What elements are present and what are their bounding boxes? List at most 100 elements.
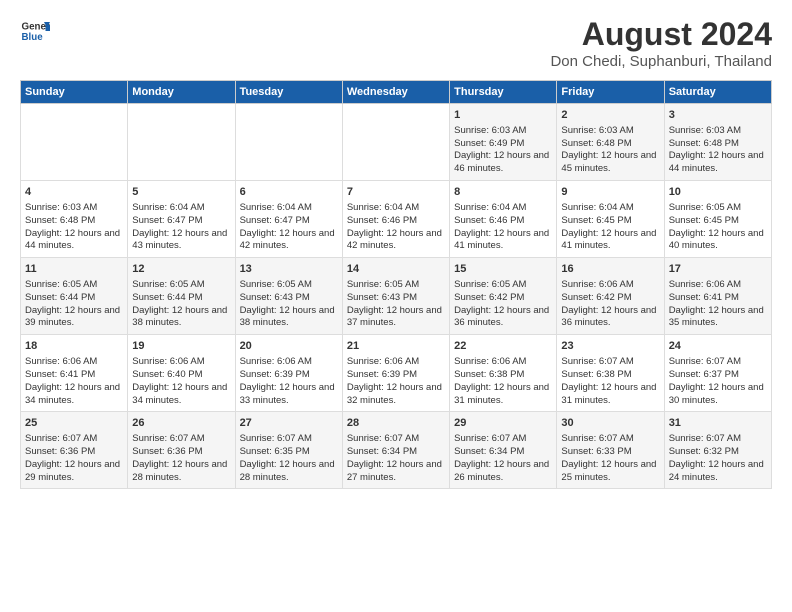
day-number: 21 (347, 339, 445, 354)
day-info: Sunset: 6:41 PM (669, 292, 767, 305)
day-number: 24 (669, 339, 767, 354)
day-info: Sunset: 6:44 PM (132, 292, 230, 305)
calendar-cell: 17 Sunrise: 6:06 AMSunset: 6:41 PMDayligh… (664, 258, 771, 335)
day-info: Sunrise: 6:07 AM (669, 356, 767, 369)
day-info: Daylight: 12 hours and 28 minutes. (240, 459, 338, 485)
day-info: Sunset: 6:48 PM (669, 138, 767, 151)
day-info: Daylight: 12 hours and 44 minutes. (669, 150, 767, 176)
day-info: Daylight: 12 hours and 29 minutes. (25, 459, 123, 485)
day-number: 29 (454, 416, 552, 431)
day-info: Daylight: 12 hours and 39 minutes. (25, 305, 123, 331)
day-info: Sunset: 6:38 PM (561, 369, 659, 382)
day-info: Sunrise: 6:05 AM (132, 279, 230, 292)
day-number: 25 (25, 416, 123, 431)
day-info: Sunrise: 6:03 AM (25, 202, 123, 215)
calendar-cell: 25Sunrise: 6:07 AMSunset: 6:36 PMDayligh… (21, 412, 128, 489)
logo: General Blue (20, 16, 50, 46)
day-info: Sunrise: 6:06 AM (669, 279, 767, 292)
day-number: 1 (454, 108, 552, 123)
calendar-cell (235, 104, 342, 181)
day-info: Sunrise: 6:04 AM (240, 202, 338, 215)
day-info: Sunset: 6:36 PM (25, 446, 123, 459)
calendar-cell: 15Sunrise: 6:05 AMSunset: 6:42 PMDayligh… (450, 258, 557, 335)
day-info: Sunrise: 6:06 AM (347, 356, 445, 369)
day-info: Sunrise: 6:03 AM (454, 125, 552, 138)
svg-text:Blue: Blue (22, 32, 44, 43)
day-info: Sunrise: 6:07 AM (132, 433, 230, 446)
day-info: Daylight: 12 hours and 41 minutes. (454, 228, 552, 254)
calendar-week-2: 4Sunrise: 6:03 AMSunset: 6:48 PMDaylight… (21, 181, 772, 258)
day-info: Daylight: 12 hours and 28 minutes. (132, 459, 230, 485)
day-number: 2 (561, 108, 659, 123)
day-number: 18 (25, 339, 123, 354)
calendar-cell: 4Sunrise: 6:03 AMSunset: 6:48 PMDaylight… (21, 181, 128, 258)
day-info: Sunset: 6:33 PM (561, 446, 659, 459)
day-number: 17 (669, 262, 767, 277)
calendar-cell: 28Sunrise: 6:07 AMSunset: 6:34 PMDayligh… (342, 412, 449, 489)
day-info: Daylight: 12 hours and 26 minutes. (454, 459, 552, 485)
day-number: 15 (454, 262, 552, 277)
day-info: Sunset: 6:39 PM (240, 369, 338, 382)
calendar-cell: 14Sunrise: 6:05 AMSunset: 6:43 PMDayligh… (342, 258, 449, 335)
day-info: Sunset: 6:35 PM (240, 446, 338, 459)
calendar-cell: 11Sunrise: 6:05 AMSunset: 6:44 PMDayligh… (21, 258, 128, 335)
day-info: Sunrise: 6:05 AM (240, 279, 338, 292)
day-number: 4 (25, 185, 123, 200)
day-info: Sunset: 6:42 PM (561, 292, 659, 305)
calendar-cell: 6Sunrise: 6:04 AMSunset: 6:47 PMDaylight… (235, 181, 342, 258)
calendar-cell: 13Sunrise: 6:05 AMSunset: 6:43 PMDayligh… (235, 258, 342, 335)
calendar-week-5: 25Sunrise: 6:07 AMSunset: 6:36 PMDayligh… (21, 412, 772, 489)
day-info: Sunrise: 6:04 AM (454, 202, 552, 215)
col-tuesday: Tuesday (235, 81, 342, 104)
day-info: Sunset: 6:38 PM (454, 369, 552, 382)
calendar-cell: 30Sunrise: 6:07 AMSunset: 6:33 PMDayligh… (557, 412, 664, 489)
day-info: Daylight: 12 hours and 31 minutes. (454, 382, 552, 408)
day-info: Sunrise: 6:07 AM (347, 433, 445, 446)
day-info: Sunset: 6:48 PM (561, 138, 659, 151)
calendar-cell: 12Sunrise: 6:05 AMSunset: 6:44 PMDayligh… (128, 258, 235, 335)
day-info: Daylight: 12 hours and 31 minutes. (561, 382, 659, 408)
calendar-cell: 8Sunrise: 6:04 AMSunset: 6:46 PMDaylight… (450, 181, 557, 258)
col-thursday: Thursday (450, 81, 557, 104)
day-info: Sunrise: 6:05 AM (25, 279, 123, 292)
calendar-cell: 24 Sunrise: 6:07 AMSunset: 6:37 PMDayligh… (664, 335, 771, 412)
calendar-cell: 20Sunrise: 6:06 AMSunset: 6:39 PMDayligh… (235, 335, 342, 412)
day-info: Sunrise: 6:04 AM (347, 202, 445, 215)
calendar-week-1: 1Sunrise: 6:03 AMSunset: 6:49 PMDaylight… (21, 104, 772, 181)
logo-icon: General Blue (20, 16, 50, 46)
calendar-cell (21, 104, 128, 181)
day-info: Daylight: 12 hours and 42 minutes. (347, 228, 445, 254)
calendar-cell: 18Sunrise: 6:06 AMSunset: 6:41 PMDayligh… (21, 335, 128, 412)
day-info: Sunset: 6:47 PM (240, 215, 338, 228)
day-number: 27 (240, 416, 338, 431)
calendar-cell: 31Sunrise: 6:07 AMSunset: 6:32 PMDayligh… (664, 412, 771, 489)
day-info: Sunset: 6:37 PM (669, 369, 767, 382)
day-info: Sunrise: 6:06 AM (561, 279, 659, 292)
calendar-cell: 27 Sunrise: 6:07 AMSunset: 6:35 PMDayligh… (235, 412, 342, 489)
calendar-cell: 23Sunrise: 6:07 AMSunset: 6:38 PMDayligh… (557, 335, 664, 412)
day-number: 9 (561, 185, 659, 200)
day-info: Sunrise: 6:07 AM (240, 433, 338, 446)
day-info: Daylight: 12 hours and 34 minutes. (132, 382, 230, 408)
day-info: Sunset: 6:47 PM (132, 215, 230, 228)
col-sunday: Sunday (21, 81, 128, 104)
day-info: Daylight: 12 hours and 33 minutes. (240, 382, 338, 408)
day-info: Daylight: 12 hours and 38 minutes. (132, 305, 230, 331)
day-info: Daylight: 12 hours and 34 minutes. (25, 382, 123, 408)
day-number: 8 (454, 185, 552, 200)
day-info: Sunrise: 6:07 AM (669, 433, 767, 446)
day-info: Sunrise: 6:05 AM (669, 202, 767, 215)
calendar-cell: 19Sunrise: 6:06 AMSunset: 6:40 PMDayligh… (128, 335, 235, 412)
day-info: Sunset: 6:44 PM (25, 292, 123, 305)
col-friday: Friday (557, 81, 664, 104)
subtitle: Don Chedi, Suphanburi, Thailand (550, 53, 772, 70)
day-info: Daylight: 12 hours and 35 minutes. (669, 305, 767, 331)
day-info: Daylight: 12 hours and 30 minutes. (669, 382, 767, 408)
day-info: Sunset: 6:36 PM (132, 446, 230, 459)
calendar-cell: 7Sunrise: 6:04 AMSunset: 6:46 PMDaylight… (342, 181, 449, 258)
day-info: Sunset: 6:32 PM (669, 446, 767, 459)
day-info: Sunrise: 6:04 AM (132, 202, 230, 215)
calendar-cell: 1Sunrise: 6:03 AMSunset: 6:49 PMDaylight… (450, 104, 557, 181)
col-monday: Monday (128, 81, 235, 104)
day-info: Daylight: 12 hours and 38 minutes. (240, 305, 338, 331)
